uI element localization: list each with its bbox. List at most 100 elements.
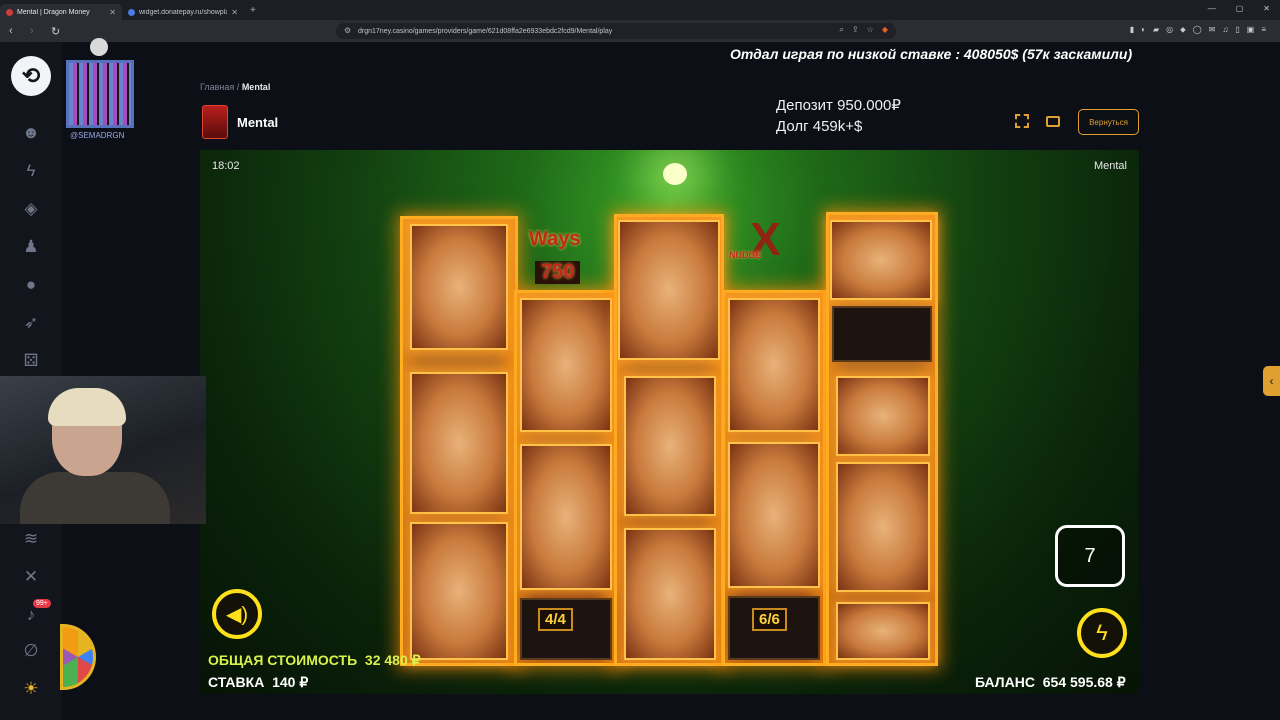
back-button[interactable]: Вернуться [1078,109,1139,135]
qr-avatar-icon [90,38,108,56]
heart-symbol [836,462,930,592]
stream-notice: Отдал играя по низкой ставке : 408050$ (… [730,46,1133,62]
notification-badge: 99+ [33,599,51,608]
crystal-icon[interactable]: ◈ [20,198,42,220]
balance-label: БАЛАНС [975,674,1035,690]
new-tab-icon[interactable]: + [250,5,256,16]
theater-mode-icon[interactable] [1046,116,1060,127]
chained-symbol [624,376,716,516]
total-cost: ОБЩАЯ СТОИМОСТЬ 32 480 ₽ [208,652,421,669]
bookmark-icon[interactable]: ☆ [867,25,874,35]
tab-title: Mental | Dragon Money [17,8,90,16]
browser-toolbar: ‹ › ↻ ⚙ drgn17ney.casino/games/providers… [0,20,1280,42]
chevron-left-icon[interactable]: ‹ [1263,366,1280,396]
address-bar-icons: ⌕ ⇪ ☆ ◆ [839,25,888,35]
tab-title: widget.donatepay.ru/showplayer... [139,8,228,16]
claw-symbol [410,522,508,660]
site-info-icon[interactable]: ⚙ [344,26,351,35]
x-icon[interactable]: ✕ [20,566,42,588]
debt-overlay: Долг 459k+$ [776,118,863,135]
extension-icon[interactable]: ◎ [1166,25,1173,35]
sidebar-toggle-icon[interactable]: ▯ [1235,25,1239,35]
skull-symbol [830,220,932,300]
empty-cell [832,306,932,362]
zoom-icon[interactable]: ⌕ [839,25,843,35]
dice-icon[interactable]: ⚄ [20,350,42,372]
symbol [836,602,930,660]
brave-shield-icon[interactable]: ◆ [882,25,888,35]
deposit-overlay: Депозит 950.000₽ [776,97,901,114]
sun-icon[interactable]: ☀ [20,678,42,700]
qr-code [66,60,134,128]
ceiling-light [663,163,687,185]
bet-value: 140 ₽ [272,674,309,690]
game-frame[interactable]: 18:02 Mental Ways 750 X NUDGE 4/4 6/6 7 … [200,150,1139,694]
game-thumbnail [202,105,228,139]
lightning-icon[interactable]: ϟ [20,160,42,182]
balance-value: 654 595.68 ₽ [1042,674,1126,690]
back-icon[interactable]: ‹ [9,25,21,37]
brain-symbol [618,220,720,360]
tab-mental[interactable]: Mental | Dragon Money ✕ [0,4,122,20]
vk-icon[interactable]: ≋ [20,528,42,550]
sound-icon[interactable]: ◀) [212,589,262,639]
extension-icon[interactable]: ◯ [1193,25,1202,35]
music-icon[interactable]: ♫ [1222,25,1228,35]
reload-icon[interactable]: ↻ [51,25,63,38]
turbo-icon[interactable]: ϟ [1077,608,1127,658]
dark-symbol [836,376,930,456]
menu-icon[interactable]: ≡ [1261,25,1266,35]
breadcrumb-current: Mental [241,82,271,92]
ways-value: 750 [535,261,581,284]
bomb-icon[interactable]: ● [20,274,42,296]
bet: СТАВКА 140 ₽ [208,674,308,691]
skull-symbol [410,224,508,350]
bear-icon[interactable]: ☻ [20,122,42,144]
extension-icons: ▮ ◐ ▰ ◎ ⬥ ◯ ✉ ♫ ▯ ▣ ≡ [1130,25,1266,35]
feature-counter-2: 6/6 [752,608,787,631]
breadcrumb: Главная / Mental [200,82,270,92]
webcam-feed [0,376,206,524]
breadcrumb-separator: / [236,82,240,92]
close-tab-icon[interactable]: ✕ [231,8,238,17]
skull-symbol [728,298,820,432]
extension-icon[interactable]: ▮ [1130,25,1134,35]
breadcrumb-home[interactable]: Главная [200,82,234,92]
rocket-icon[interactable]: ➶ [20,312,42,334]
streamer-hair [48,388,126,426]
person-icon[interactable]: ♟ [20,236,42,258]
ways-label: Ways [529,228,581,250]
chained-symbol [410,372,508,514]
streamer-body [20,472,170,524]
tab-widget[interactable]: widget.donatepay.ru/showplayer... ✕ [122,4,244,20]
bet-label: СТАВКА [208,674,265,690]
balance: БАЛАНС 654 595.68 ₽ [975,674,1126,691]
nudge-label: NUDGE [729,250,762,260]
mask-symbol [520,444,612,590]
minimize-icon[interactable]: — [1208,4,1216,13]
extension-icon[interactable]: ◐ [1141,25,1146,35]
fullscreen-icon[interactable] [1015,114,1029,128]
total-cost-label: ОБЩАЯ СТОИМОСТЬ [208,652,358,668]
close-tab-icon[interactable]: ✕ [109,8,116,17]
extension-icon[interactable]: ⬥ [1180,25,1186,35]
maximize-icon[interactable]: ▢ [1236,4,1244,13]
forward-icon[interactable]: › [30,25,42,37]
spins-remaining: 7 [1055,525,1125,587]
qr-handle: @SEMADRGN [70,131,125,140]
game-name-label: Mental [1093,160,1127,172]
address-bar[interactable]: ⚙ drgn17ney.casino/games/providers/game/… [336,23,896,39]
chained-symbol [624,528,716,660]
wallet-icon[interactable]: ▣ [1247,25,1255,35]
share-icon[interactable]: ⇪ [852,25,859,35]
window-controls: — ▢ ✕ [1208,4,1270,13]
close-window-icon[interactable]: ✕ [1263,4,1270,13]
game-clock: 18:02 [212,160,240,172]
mute-icon[interactable]: ∅ [20,640,42,662]
feature-counter-1: 4/4 [538,608,573,631]
logo-icon[interactable]: ⟲ [11,56,51,96]
fortune-wheel-icon[interactable] [60,624,96,690]
extension-icon[interactable]: ✉ [1209,25,1216,35]
extension-icon[interactable]: ▰ [1153,25,1159,35]
total-cost-value: 32 480 ₽ [364,652,421,668]
